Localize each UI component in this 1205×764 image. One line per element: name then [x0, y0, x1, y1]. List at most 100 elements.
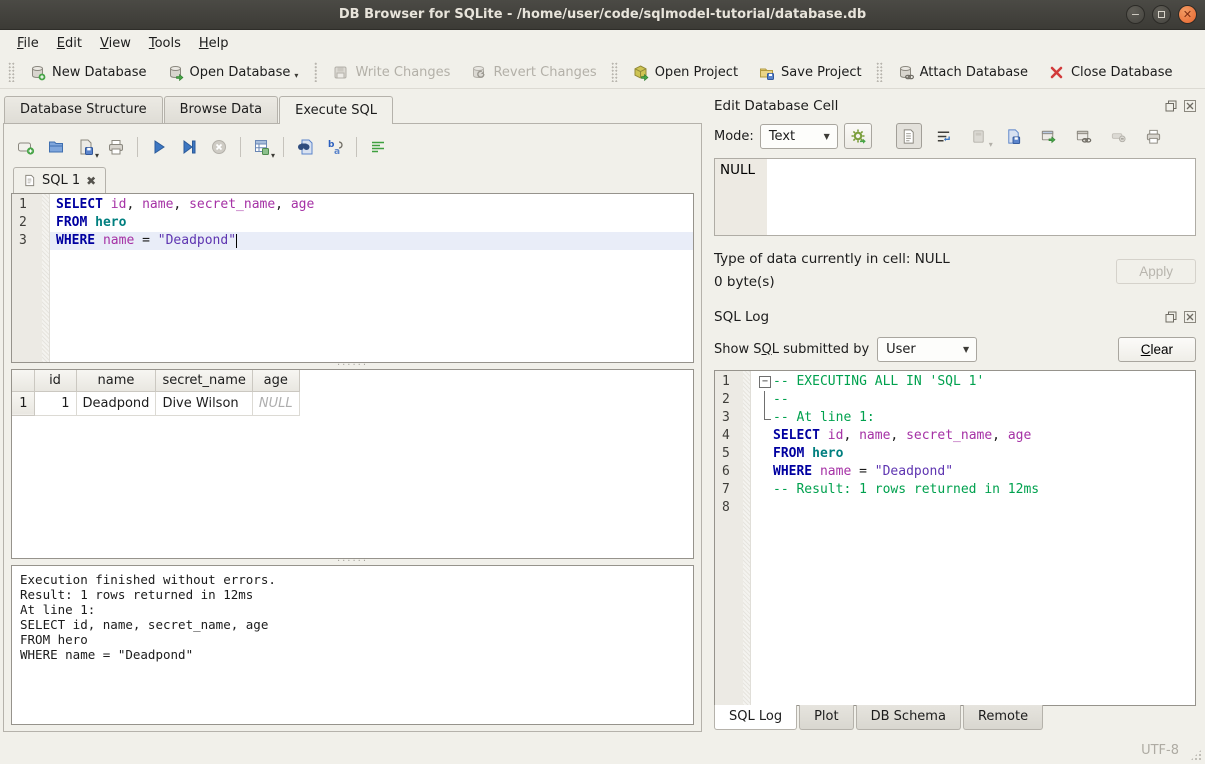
auto-apply-button[interactable] [844, 123, 872, 149]
line-number: 7 [722, 481, 743, 499]
open-project-button[interactable]: Open Project [622, 60, 748, 85]
new-sql-tab-button[interactable] [13, 134, 39, 160]
open-database-button[interactable]: Open Database ▾ [157, 60, 309, 85]
save-sql-file-button[interactable]: ▾ [73, 134, 99, 160]
code-line [751, 499, 1195, 517]
open-database-label: Open Database [190, 65, 291, 80]
toolbar-drag-handle[interactable] [8, 62, 15, 82]
import-text-button[interactable]: ▾ [966, 123, 992, 149]
token: age [1008, 428, 1031, 443]
menu-file[interactable]: File [8, 32, 48, 55]
toolbar-separator [313, 62, 317, 82]
attach-database-button[interactable]: Attach Database [887, 60, 1038, 85]
log-filter-select[interactable]: User ▼ [877, 337, 977, 362]
edit-cell-float-button[interactable] [1164, 100, 1177, 113]
tab-db-schema[interactable]: DB Schema [856, 705, 961, 730]
token: FROM [773, 446, 804, 461]
write-changes-button[interactable]: Write Changes [322, 60, 460, 85]
sql-1-tab[interactable]: SQL 1 ✖ [13, 167, 106, 193]
menu-tools[interactable]: Tools [140, 32, 190, 55]
minimize-button[interactable]: − [1126, 5, 1145, 24]
menu-help[interactable]: Help [190, 32, 238, 55]
results-header-name[interactable]: name [76, 370, 156, 391]
sql-tab-label: SQL 1 [42, 173, 80, 188]
open-external-button[interactable] [1036, 123, 1062, 149]
fold-marker-icon[interactable] [757, 373, 773, 391]
open-sql-file-button[interactable] [43, 134, 69, 160]
id-cell[interactable]: 1 [34, 391, 76, 415]
message-line: At line 1: [20, 602, 685, 617]
tab-database-structure[interactable]: Database Structure [4, 96, 163, 124]
word-wrap-button[interactable] [931, 123, 957, 149]
copy-url-button[interactable] [1071, 123, 1097, 149]
revert-changes-button[interactable]: Revert Changes [460, 60, 606, 85]
save-results-button[interactable]: ▾ [249, 134, 275, 160]
resize-grip-icon[interactable] [1190, 749, 1202, 761]
results-header-secret-name[interactable]: secret_name [156, 370, 252, 391]
name-cell[interactable]: Deadpond [76, 391, 156, 415]
sql-tab-bar: SQL 1 ✖ [11, 163, 694, 193]
menu-edit[interactable]: Edit [48, 32, 91, 55]
find-replace-button[interactable]: ba [322, 134, 348, 160]
export-text-button[interactable] [1001, 123, 1027, 149]
tab-sql-log[interactable]: SQL Log [714, 705, 797, 730]
print-cell-button[interactable] [1141, 123, 1167, 149]
write-changes-label: Write Changes [355, 65, 450, 80]
token: hero [95, 215, 126, 230]
sql-code-area[interactable]: SELECT id, name, secret_name, ageFROM he… [50, 194, 693, 362]
menu-view[interactable]: View [91, 32, 140, 55]
results-corner-header[interactable] [12, 370, 34, 391]
new-database-button[interactable]: New Database [19, 60, 157, 85]
toolbar-drag-handle[interactable] [611, 62, 618, 82]
open-database-dropdown-icon[interactable]: ▾ [294, 71, 298, 81]
left-pane: Database Structure Browse Data Execute S… [0, 89, 705, 736]
close-database-button[interactable]: Close Database [1038, 60, 1183, 85]
sql-editor[interactable]: 123 SELECT id, name, secret_name, ageFRO… [11, 193, 694, 363]
secret-name-cell[interactable]: Dive Wilson [156, 391, 252, 415]
fold-spacer [757, 481, 773, 499]
main-toolbar: New Database Open Database ▾ Write Chang… [0, 56, 1205, 89]
save-project-button[interactable]: Save Project [748, 60, 872, 85]
execute-current-line-button[interactable] [176, 134, 202, 160]
tab-execute-sql[interactable]: Execute SQL [279, 96, 393, 124]
mode-select[interactable]: Text ▼ [760, 124, 838, 149]
clear-log-button[interactable]: Clear [1118, 337, 1196, 362]
row-number-cell[interactable]: 1 [12, 391, 34, 415]
tab-remote[interactable]: Remote [963, 705, 1043, 730]
code-line: -- [751, 391, 1195, 409]
set-null-button[interactable] [1106, 123, 1132, 149]
find-button[interactable] [292, 134, 318, 160]
cell-editor-blank[interactable] [767, 159, 1195, 235]
stop-execution-button[interactable] [206, 134, 232, 160]
text-mode-button[interactable] [896, 123, 922, 149]
close-database-icon [1048, 64, 1065, 81]
token [820, 428, 828, 443]
results-header-age[interactable]: age [252, 370, 299, 391]
attach-database-icon [897, 64, 914, 81]
close-sql-tab-icon[interactable]: ✖ [86, 174, 96, 188]
edit-cell-close-button[interactable] [1183, 100, 1196, 113]
age-cell[interactable]: NULL [252, 391, 299, 415]
save-results-dropdown-icon[interactable]: ▾ [271, 151, 275, 161]
token: , [173, 197, 189, 212]
encoding-status: UTF-8 [1141, 743, 1179, 758]
tab-plot[interactable]: Plot [799, 705, 854, 730]
apply-button[interactable]: Apply [1116, 259, 1196, 284]
sql-log-float-button[interactable] [1164, 311, 1177, 324]
message-line: WHERE name = "Deadpond" [20, 647, 685, 662]
tab-browse-data[interactable]: Browse Data [164, 96, 279, 124]
titlebar[interactable]: DB Browser for SQLite - /home/user/code/… [0, 0, 1205, 30]
toolbar-drag-handle[interactable] [876, 62, 883, 82]
cell-value-editor[interactable]: NULL [714, 158, 1196, 236]
sql-toolbar-separator [283, 137, 284, 157]
execute-sql-panel: ▾ [3, 123, 702, 732]
execute-all-button[interactable] [146, 134, 172, 160]
results-header-id[interactable]: id [34, 370, 76, 391]
format-sql-button[interactable] [365, 134, 391, 160]
save-sql-dropdown-icon[interactable]: ▾ [95, 151, 99, 161]
log-line-numbers: 12345678 [715, 371, 743, 705]
maximize-button[interactable] [1152, 5, 1171, 24]
sql-log-close-button[interactable] [1183, 311, 1196, 324]
print-sql-button[interactable] [103, 134, 129, 160]
close-button[interactable]: ✕ [1178, 5, 1197, 24]
